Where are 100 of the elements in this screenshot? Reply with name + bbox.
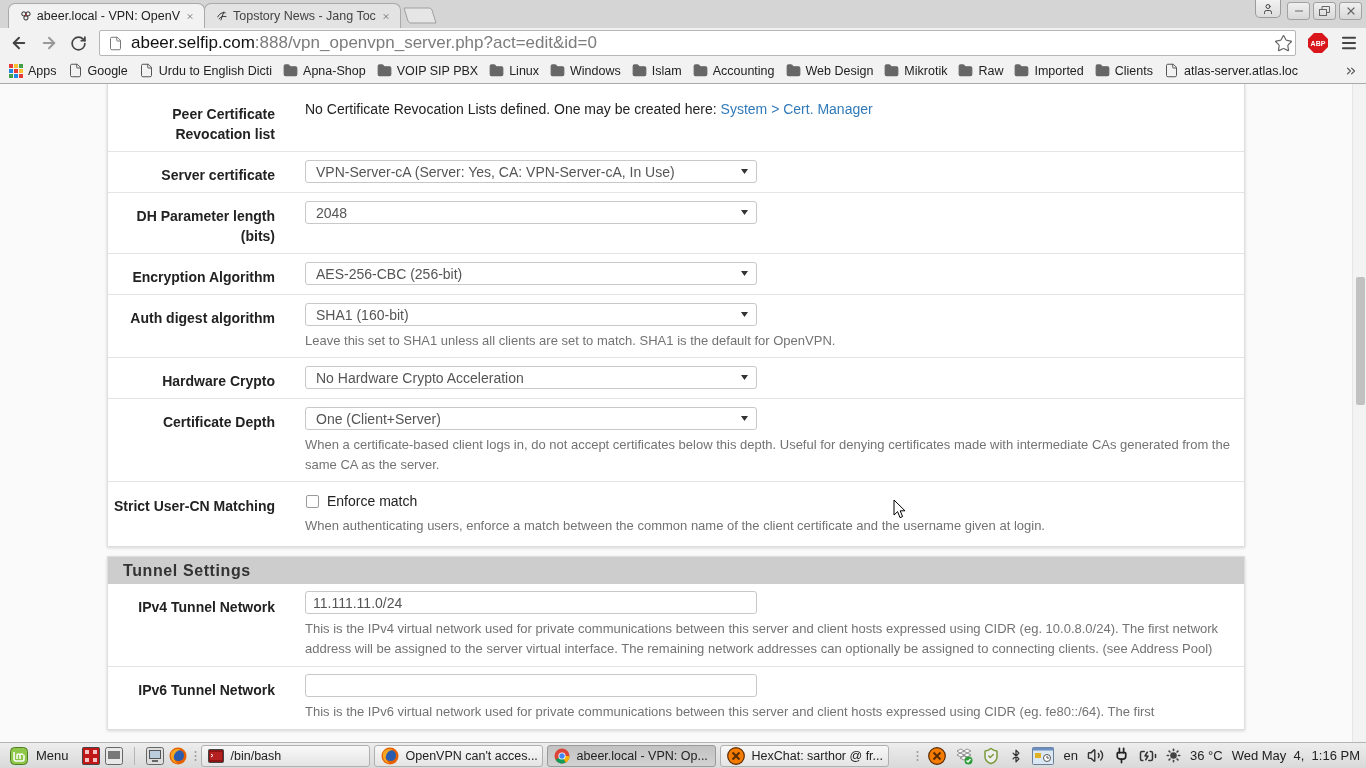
back-icon[interactable] [10, 34, 28, 52]
select-field[interactable]: No Hardware Crypto Acceleration [305, 366, 757, 389]
forward-icon[interactable] [40, 34, 58, 52]
tricolor-circle-icon [553, 747, 570, 764]
window-icon[interactable] [104, 746, 123, 765]
page-icon [67, 63, 83, 78]
bookmark-link[interactable]: Mikrotik [879, 59, 953, 82]
bookmark-link[interactable]: Accounting [687, 59, 780, 82]
speaker-icon[interactable] [1086, 747, 1104, 764]
select-field[interactable]: AES-256-CBC (256-bit) [305, 262, 757, 285]
folder-icon [1094, 63, 1110, 78]
taskbar-button[interactable]: OpenVPN can't acces... [373, 744, 543, 767]
help-text: This is the IPv4 virtual network used for private communications between this server and client hosts expressed using CIDR (eg. 10.0.8.0/24). The first network address will be assigned to the server virtual interface. The remaining network addresses can optionally be assigned to connecting clients. (see Address Pool) [305, 620, 1220, 658]
apps-grid-icon [9, 63, 23, 78]
section-heading: Tunnel Settings [108, 557, 1244, 584]
field-label: IPv6 Tunnel Network [138, 682, 275, 698]
globe-icon [168, 746, 187, 765]
clock-label[interactable]: Wed May 4, 1:16 PM [1231, 748, 1360, 763]
caret-icon [741, 271, 748, 276]
star-icon[interactable] [1274, 33, 1293, 53]
bookmark-link[interactable]: Web Design [780, 59, 879, 82]
terminal-icon [207, 748, 224, 763]
window-clock-icon[interactable] [1032, 746, 1055, 765]
select-field[interactable]: SHA1 (160-bit) [305, 303, 757, 326]
menu-icon[interactable] [1340, 34, 1358, 52]
help-text: Leave this set to SHA1 unless all clients are set to match. SHA1 is the default for OpenVPN. [305, 332, 837, 350]
text-input[interactable]: 11.111.11.0/24 [305, 591, 757, 614]
help-text: This is the IPv6 virtual network used for private communications between this server and client hosts expressed using CIDR (eg. fe80::/64). The first [305, 703, 1156, 721]
taskbar-button[interactable]: /bin/bash [200, 744, 370, 767]
x-circle-icon [726, 746, 745, 765]
help-text: When authenticating users, enforce a match between the common name of the client certificate and the username given at login. [305, 517, 1046, 535]
field-label: Server certificate [161, 167, 275, 183]
bookmark-link[interactable]: Google [62, 59, 133, 82]
caret-icon [741, 312, 748, 317]
folder-icon [631, 63, 647, 78]
keyboard-layout-label[interactable]: en [1063, 748, 1078, 763]
bookmark-link[interactable]: Apps [4, 59, 62, 82]
caret-icon [741, 169, 748, 174]
menu-button[interactable]: Menu [4, 744, 75, 767]
bookmark-link[interactable]: atlas-server.atlas.loc [1159, 59, 1303, 82]
grid-tile-icon[interactable] [81, 746, 100, 765]
folder-icon [785, 63, 801, 78]
globe-icon [380, 746, 399, 765]
checkbox[interactable] [306, 494, 319, 508]
bookmark-link[interactable]: VOIP SIP PBX [371, 59, 484, 82]
sun-icon[interactable] [1165, 748, 1181, 763]
shield-check-icon[interactable] [982, 746, 1001, 765]
field-label: Strict User-CN Matching [113, 498, 275, 514]
person-icon [1262, 2, 1274, 15]
grip-icon [916, 749, 920, 762]
rings-icon [21, 8, 31, 24]
folder-icon [1014, 63, 1030, 78]
page-icon [108, 35, 123, 51]
address-bar[interactable]: abeer.selfip.com:888/vpn_openvpn_server.php?act=edit&id=0 [99, 30, 1296, 56]
mouse-pointer-icon [893, 499, 906, 519]
bookmark-link[interactable]: Urdu to English Dicti [133, 59, 278, 82]
boxes-check-icon[interactable] [955, 746, 974, 765]
field-label: IPv4 Tunnel Network [138, 599, 275, 615]
help-text: When a certificate-based client logs in, do not accept certificates below this depth. Useful for denying certificates made with intermediate CAs generated from the same CA as the server. [305, 436, 1231, 474]
select-field[interactable]: VPN-Server-cA (Server: Yes, CA: VPN-Server-cA, In Use) [305, 160, 757, 183]
logo-icon [10, 746, 28, 765]
caret-icon [741, 375, 748, 380]
checkbox-label[interactable]: Enforce match [327, 493, 418, 509]
text-input[interactable] [305, 674, 757, 697]
bookmark-link[interactable]: Islam [626, 59, 687, 82]
browser-tab[interactable]: Topstory News - Jang Toc [204, 3, 401, 28]
monitor-icon[interactable] [145, 746, 164, 765]
folder-icon [692, 63, 708, 78]
temperature-label: 36 °C [1189, 748, 1223, 763]
page-icon [138, 63, 154, 78]
folder-icon [489, 63, 505, 78]
note-text: No Certificate Revocation Lists defined. One may be created here: System > Cert. Manager [305, 100, 874, 119]
bookmark-link[interactable]: Imported [1009, 59, 1089, 82]
bookmark-link[interactable]: Raw [953, 59, 1009, 82]
folder-icon [884, 63, 900, 78]
close-window-button[interactable] [1339, 2, 1362, 20]
scrollbar-thumb[interactable] [1356, 277, 1365, 405]
bookmark-link[interactable]: Windows [545, 59, 626, 82]
folder-icon [283, 63, 299, 78]
bookmark-link[interactable]: Clients [1089, 59, 1158, 82]
caret-icon [741, 210, 748, 215]
select-field[interactable]: 2048 [305, 201, 757, 224]
field-label: Auth digest algorithm [130, 310, 275, 326]
manager-link[interactable]: System > Cert. Manager [720, 101, 873, 117]
field-label: Hardware Crypto [162, 373, 275, 389]
bookmark-link[interactable]: Apna-Shop [278, 59, 371, 82]
field-label: Certificate Depth [162, 414, 275, 430]
reload-icon[interactable] [70, 34, 87, 52]
folder-icon [958, 63, 974, 78]
profile-button[interactable] [1255, 0, 1281, 18]
select-field[interactable]: One (Client+Server) [305, 407, 757, 430]
taskbar-button[interactable]: abeer.local - VPN: Op... [546, 744, 716, 767]
browser-tab[interactable]: abeer.local - VPN: OpenV [8, 3, 205, 28]
restore-button[interactable] [1313, 2, 1336, 20]
taskbar-button[interactable]: HexChat: sarthor @ fr... [719, 744, 889, 767]
grip-icon [193, 749, 197, 762]
x-circle-icon [928, 746, 947, 765]
bookmark-link[interactable]: Linux [484, 59, 545, 82]
field-label: DH Parameter length (bits) [136, 208, 275, 244]
folder-icon [550, 63, 566, 78]
